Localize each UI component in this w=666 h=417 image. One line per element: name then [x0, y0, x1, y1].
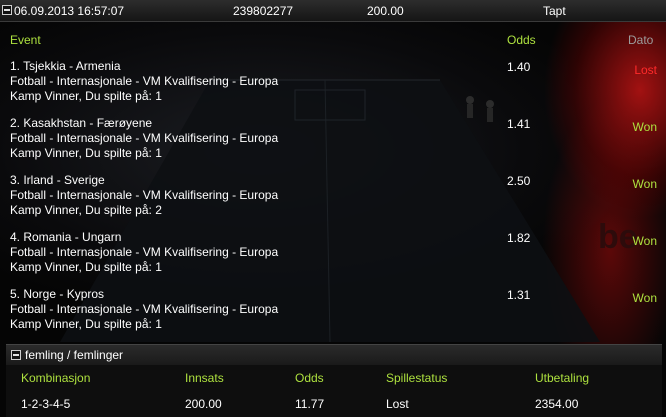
- summary-combination: 1-2-3-4-5: [21, 397, 71, 411]
- event-odds: 2.50: [507, 174, 531, 188]
- event-bet: Kamp Vinner, Du spilte på: 1: [10, 89, 162, 103]
- ticket-id: 239802277: [233, 4, 294, 18]
- summary-header-odds: Odds: [295, 371, 324, 385]
- event-row: 5. Norge - Kypros Fotball - Internasjona…: [10, 287, 500, 332]
- collapse-icon[interactable]: [11, 350, 21, 360]
- column-header-event: Event: [10, 33, 41, 47]
- event-bet: Kamp Vinner, Du spilte på: 1: [10, 317, 162, 331]
- summary-header-status: Spillestatus: [386, 371, 448, 385]
- event-bet: Kamp Vinner, Du spilte på: 1: [10, 146, 162, 160]
- event-competition: Fotball - Internasjonale - VM Kvalifiser…: [10, 188, 279, 202]
- column-header-odds: Odds: [507, 33, 536, 47]
- event-row: 3. Irland - Sverige Fotball - Internasjo…: [10, 173, 500, 218]
- event-status: Won: [632, 177, 657, 191]
- event-bet: Kamp Vinner, Du spilte på: 2: [10, 203, 162, 217]
- ticket-result: Tapt: [543, 4, 566, 18]
- collapse-icon[interactable]: [2, 5, 12, 15]
- summary-status: Lost: [386, 397, 409, 411]
- event-title: 2. Kasakhstan - Færøyene: [10, 116, 153, 130]
- event-status: Won: [632, 120, 657, 134]
- column-header-date: Dato: [628, 33, 654, 47]
- event-title: 5. Norge - Kypros: [10, 287, 105, 301]
- event-competition: Fotball - Internasjonale - VM Kvalifiser…: [10, 131, 279, 145]
- event-competition: Fotball - Internasjonale - VM Kvalifiser…: [10, 302, 279, 316]
- summary-header-combination: Kombinasjon: [21, 371, 91, 385]
- summary-payout: 2354.00: [535, 397, 579, 411]
- event-status: Lost: [634, 63, 657, 77]
- system-bet-header[interactable]: femling / femlinger: [6, 344, 662, 366]
- event-competition: Fotball - Internasjonale - VM Kvalifiser…: [10, 245, 279, 259]
- event-odds: 1.31: [507, 288, 531, 302]
- system-bet-summary: Kombinasjon Innsats Odds Spillestatus Ut…: [6, 365, 662, 417]
- event-title: 4. Romania - Ungarn: [10, 230, 122, 244]
- summary-stake: 200.00: [185, 397, 222, 411]
- event-bet: Kamp Vinner, Du spilte på: 1: [10, 260, 162, 274]
- summary-header-stake: Innsats: [185, 371, 224, 385]
- ticket-datetime: 06.09.2013 16:57:07: [14, 4, 125, 18]
- event-title: 1. Tsjekkia - Armenia: [10, 59, 121, 73]
- event-odds: 1.40: [507, 60, 531, 74]
- event-row: 2. Kasakhstan - Færøyene Fotball - Inter…: [10, 116, 500, 161]
- event-odds: 1.82: [507, 231, 531, 245]
- summary-odds: 11.77: [295, 397, 325, 411]
- event-competition: Fotball - Internasjonale - VM Kvalifiser…: [10, 74, 279, 88]
- event-title: 3. Irland - Sverige: [10, 173, 105, 187]
- system-bet-title: femling / femlinger: [25, 348, 124, 362]
- event-row: 4. Romania - Ungarn Fotball - Internasjo…: [10, 230, 500, 275]
- summary-header-payout: Utbetaling: [535, 371, 590, 385]
- event-odds: 1.41: [507, 117, 531, 131]
- ticket-header-bar: 06.09.2013 16:57:07 239802277 200.00 Tap…: [0, 0, 666, 22]
- event-status: Won: [632, 234, 657, 248]
- event-status: Won: [632, 291, 657, 305]
- event-row: 1. Tsjekkia - Armenia Fotball - Internas…: [10, 59, 500, 104]
- ticket-stake: 200.00: [367, 4, 404, 18]
